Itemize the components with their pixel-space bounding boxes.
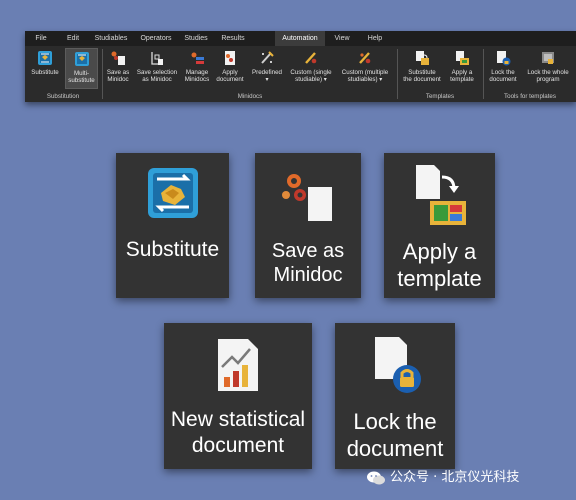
ribbon-substitute-button[interactable]: Substitute (27, 48, 63, 89)
save-selection-icon (151, 52, 163, 65)
save-minidoc-icon (282, 174, 332, 221)
menu-studies[interactable]: Studies (181, 31, 211, 46)
tile-new-statistical-document[interactable]: New statistical document (164, 323, 312, 469)
menu-automation[interactable]: Automation (275, 31, 325, 46)
ribbon-predefined-label: Predefined ▾ (252, 69, 282, 83)
group-label-substitution: Substitution (46, 93, 80, 100)
ribbon-save-minidoc-button[interactable]: Save as Minidoc (105, 48, 131, 89)
apply-template-icon (456, 51, 469, 65)
wechat-icon (367, 471, 385, 484)
ribbon-custom-single-label: Custom (single studiable) ▾ (290, 69, 332, 83)
lock-document-icon (497, 51, 511, 66)
substitute-document-icon (416, 51, 429, 65)
ribbon-lock-document-label: Lock the document (489, 69, 517, 83)
statistical-document-icon (218, 339, 258, 391)
multi-substitute-icon (74, 52, 89, 66)
ribbon-manage-minidocs-button[interactable]: Manage Minidocs (181, 48, 213, 89)
ribbon-custom-multiple-label: Custom (multiple studiables) ▾ (341, 69, 389, 83)
menu-help[interactable]: Help (363, 31, 387, 46)
ribbon-lock-document-button[interactable]: Lock the document (485, 48, 521, 89)
save-minidoc-icon (111, 51, 125, 65)
tile-substitute[interactable]: Substitute (116, 153, 229, 298)
ribbon-toolbar: File Edit Studiables Operators Studies R… (25, 31, 576, 102)
group-label-minidocs: Minidocs (237, 93, 263, 100)
menu-file[interactable]: File (29, 31, 53, 46)
ribbon-custom-single-button[interactable]: Custom (single studiable) ▾ (286, 48, 336, 89)
menu-operators[interactable]: Operators (135, 31, 177, 46)
ribbon-apply-template-label: Apply a template (450, 69, 474, 83)
ribbon-separator (483, 49, 484, 99)
tile-apply-template[interactable]: Apply a template (384, 153, 495, 298)
watermark: 公众号 · 北京仪光科技 (366, 468, 519, 488)
ribbon-save-selection-label: Save selection as Minidoc (136, 69, 178, 83)
watermark-text: 公众号 · 北京仪光科技 (390, 470, 520, 485)
ribbon-manage-minidocs-label: Manage Minidocs (184, 69, 210, 83)
lock-document-icon (375, 337, 421, 393)
ribbon-multi-substitute-button[interactable]: Multi- substitute (65, 48, 98, 89)
predefined-icon (261, 51, 274, 64)
tile-lock-document[interactable]: Lock the document (335, 323, 455, 469)
custom-multiple-icon (359, 52, 371, 64)
menu-studiables[interactable]: Studiables (91, 31, 131, 46)
ribbon-predefined-button[interactable]: Predefined ▾ (248, 48, 286, 89)
ribbon-save-minidoc-label: Save as Minidoc (106, 69, 130, 83)
ribbon-multi-substitute-label: Multi- substitute (68, 70, 95, 84)
ribbon-apply-template-button[interactable]: Apply a template (445, 48, 479, 89)
apply-template-icon (415, 165, 466, 225)
ribbon-save-selection-button[interactable]: Save selection as Minidoc (133, 48, 181, 89)
tile-save-as-minidoc-label: Save as Minidoc (271, 240, 345, 287)
ribbon-apply-document-button[interactable]: Apply document (214, 48, 246, 89)
menu-edit[interactable]: Edit (61, 31, 85, 46)
menu-bar: File Edit Studiables Operators Studies R… (25, 31, 576, 46)
ribbon-separator (397, 49, 398, 99)
ribbon-lock-program-label: Lock the whole program (527, 69, 569, 83)
tile-new-statistical-document-label: New statistical document (170, 408, 306, 457)
ribbon-custom-multiple-button[interactable]: Custom (multiple studiables) ▾ (336, 48, 394, 89)
apply-document-icon (225, 51, 235, 65)
manage-minidocs-icon (191, 52, 204, 64)
menu-results[interactable]: Results (217, 31, 249, 46)
tile-substitute-label: Substitute (125, 238, 220, 261)
custom-single-icon (305, 52, 317, 64)
substitute-icon (38, 51, 52, 65)
ribbon-lock-program-button[interactable]: Lock the whole program (521, 48, 575, 89)
tile-lock-document-label: Lock the document (346, 409, 444, 461)
ribbon-substitute-document-button[interactable]: Substitute the document (399, 48, 445, 89)
ribbon-separator (102, 49, 103, 99)
group-label-tools-for-templates: Tools for templates (504, 93, 556, 100)
tile-apply-template-label: Apply a template (397, 239, 482, 291)
tile-save-as-minidoc[interactable]: Save as Minidoc (255, 153, 361, 298)
ribbon-substitute-document-label: Substitute the document (403, 69, 441, 83)
substitute-icon (147, 168, 198, 218)
group-label-templates: Templates (425, 93, 455, 100)
lock-program-icon (542, 52, 554, 64)
ribbon-substitute-label: Substitute (31, 69, 59, 76)
menu-view[interactable]: View (330, 31, 354, 46)
ribbon-apply-document-label: Apply document (216, 69, 244, 83)
